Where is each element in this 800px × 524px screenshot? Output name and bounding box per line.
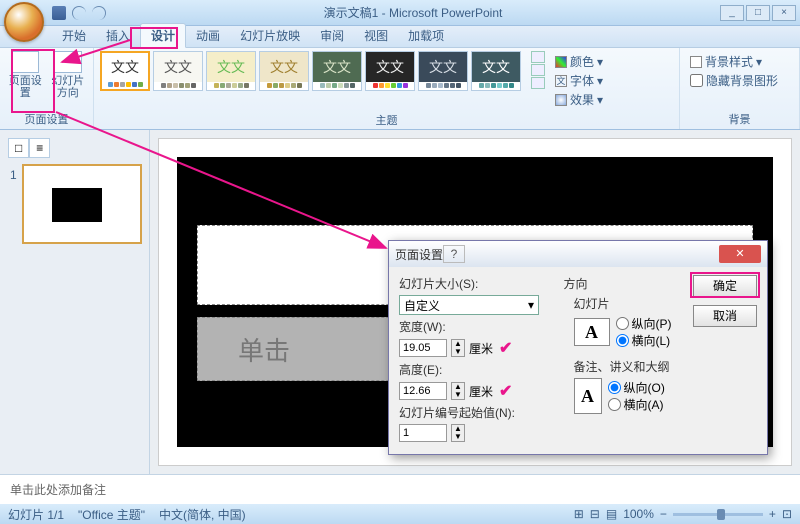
- slide-thumbnail-1[interactable]: [22, 164, 142, 244]
- tab-review[interactable]: 审阅: [310, 24, 354, 47]
- status-language: 中文(简体, 中国): [159, 506, 246, 523]
- theme-thumbnail[interactable]: 文文: [206, 51, 256, 91]
- undo-icon[interactable]: [72, 6, 86, 20]
- ok-button[interactable]: 确定: [693, 275, 757, 297]
- tab-insert[interactable]: 插入: [96, 24, 140, 47]
- height-label: 高度(E):: [399, 361, 554, 378]
- zoom-level[interactable]: 100%: [623, 507, 654, 521]
- fit-window-icon[interactable]: ⊡: [782, 507, 792, 521]
- theme-thumbnail[interactable]: 文文: [418, 51, 468, 91]
- tab-home[interactable]: 开始: [52, 24, 96, 47]
- status-slide-number: 幻灯片 1/1: [8, 506, 64, 523]
- tab-slideshow[interactable]: 幻灯片放映: [230, 24, 310, 47]
- cancel-button[interactable]: 取消: [693, 305, 757, 327]
- themes-down-icon[interactable]: [531, 64, 545, 76]
- theme-thumbnail[interactable]: 文文: [259, 51, 309, 91]
- colors-menu[interactable]: 颜色 ▾: [555, 53, 603, 70]
- slide-thumbnail-pane: □≡: [0, 130, 150, 474]
- redo-icon[interactable]: [92, 6, 106, 20]
- slides-portrait-radio[interactable]: [616, 317, 629, 330]
- save-icon[interactable]: [52, 6, 66, 20]
- dialog-help-icon[interactable]: ?: [443, 245, 465, 263]
- maximize-button[interactable]: □: [746, 5, 770, 21]
- slides-landscape-radio[interactable]: [616, 334, 629, 347]
- width-input[interactable]: [399, 339, 447, 357]
- zoom-in-icon[interactable]: +: [769, 507, 776, 521]
- theme-thumbnail[interactable]: 文文: [471, 51, 521, 91]
- orientation-preview-slides: A: [574, 318, 610, 346]
- start-number-input[interactable]: [399, 424, 447, 442]
- view-slideshow-icon[interactable]: ▤: [606, 507, 617, 521]
- themes-up-icon[interactable]: [531, 51, 545, 63]
- start-number-label: 幻灯片编号起始值(N):: [399, 404, 554, 421]
- theme-thumbnail[interactable]: 文文: [312, 51, 362, 91]
- slide-size-label: 幻灯片大小(S):: [399, 275, 554, 292]
- window-controls: _ □ ×: [720, 5, 796, 21]
- orientation-label: 方向: [564, 275, 680, 292]
- tab-addins[interactable]: 加载项: [398, 24, 454, 47]
- height-input[interactable]: [399, 382, 447, 400]
- window-title: 演示文稿1 - Microsoft PowerPoint: [106, 4, 720, 21]
- thumb-tab-slides[interactable]: □: [8, 138, 29, 158]
- page-setup-button[interactable]: 页面设置: [6, 51, 45, 99]
- chevron-down-icon: ▾: [528, 298, 534, 312]
- tab-animation[interactable]: 动画: [186, 24, 230, 47]
- themes-more-icon[interactable]: [531, 77, 545, 89]
- dialog-titlebar[interactable]: 页面设置 ? ✕: [389, 241, 767, 267]
- quick-access-toolbar: [52, 6, 106, 20]
- fonts-menu[interactable]: 文字体 ▾: [555, 72, 603, 89]
- notes-pane[interactable]: 单击此处添加备注: [0, 474, 800, 504]
- slide-orientation-button[interactable]: 幻灯片 方向: [49, 51, 88, 99]
- view-sorter-icon[interactable]: ⊟: [590, 507, 600, 521]
- title-bar: 演示文稿1 - Microsoft PowerPoint _ □ ×: [0, 0, 800, 26]
- status-bar: 幻灯片 1/1 "Office 主题" 中文(简体, 中国) ⊞ ⊟ ▤ 100…: [0, 504, 800, 524]
- notes-landscape-radio[interactable]: [608, 398, 621, 411]
- close-button[interactable]: ×: [772, 5, 796, 21]
- theme-thumbnail[interactable]: 文文: [153, 51, 203, 91]
- thumb-tab-outline[interactable]: ≡: [29, 138, 50, 158]
- dialog-title: 页面设置: [395, 246, 443, 263]
- ribbon-tabs: 开始 插入 设计 动画 幻灯片放映 审阅 视图 加载项: [0, 26, 800, 48]
- theme-thumbnail[interactable]: 文文: [365, 51, 415, 91]
- slides-orient-label: 幻灯片: [574, 295, 680, 312]
- zoom-slider[interactable]: [673, 513, 763, 516]
- background-styles-menu[interactable]: 背景样式 ▾: [690, 53, 789, 70]
- notes-orient-label: 备注、讲义和大纲: [574, 358, 680, 375]
- start-number-spinner[interactable]: ▲▼: [451, 424, 465, 442]
- width-spinner[interactable]: ▲▼: [451, 339, 465, 357]
- group-label-background: 背景: [686, 109, 793, 129]
- status-theme: "Office 主题": [78, 506, 145, 523]
- group-label-pagesetup: 页面设置: [6, 109, 87, 129]
- page-setup-dialog: 页面设置 ? ✕ 幻灯片大小(S): 自定义▾ 宽度(W): ▲▼厘米✔ 高度(…: [388, 240, 768, 455]
- height-spinner[interactable]: ▲▼: [451, 382, 465, 400]
- notes-portrait-radio[interactable]: [608, 381, 621, 394]
- orientation-preview-notes: A: [574, 378, 602, 414]
- width-label: 宽度(W):: [399, 318, 554, 335]
- theme-options: 颜色 ▾ 文字体 ▾ 效果 ▾: [551, 51, 607, 110]
- tab-view[interactable]: 视图: [354, 24, 398, 47]
- zoom-out-icon[interactable]: −: [660, 507, 667, 521]
- group-label-themes: 主题: [100, 110, 673, 130]
- ribbon: 页面设置 幻灯片 方向 页面设置 文文文文文文文文文文文文文文文文 颜色 ▾ 文…: [0, 48, 800, 130]
- theme-thumbnail[interactable]: 文文: [100, 51, 150, 91]
- view-normal-icon[interactable]: ⊞: [574, 507, 584, 521]
- dialog-close-icon[interactable]: ✕: [719, 245, 761, 263]
- hide-background-checkbox[interactable]: 隐藏背景图形: [690, 72, 789, 89]
- minimize-button[interactable]: _: [720, 5, 744, 21]
- themes-gallery[interactable]: 文文文文文文文文文文文文文文文文: [100, 51, 521, 91]
- check-icon: ✔: [499, 338, 512, 358]
- slide-size-select[interactable]: 自定义▾: [399, 295, 539, 315]
- tab-design[interactable]: 设计: [140, 23, 186, 48]
- effects-menu[interactable]: 效果 ▾: [555, 91, 603, 108]
- check-icon: ✔: [499, 381, 512, 401]
- office-button[interactable]: [4, 2, 44, 42]
